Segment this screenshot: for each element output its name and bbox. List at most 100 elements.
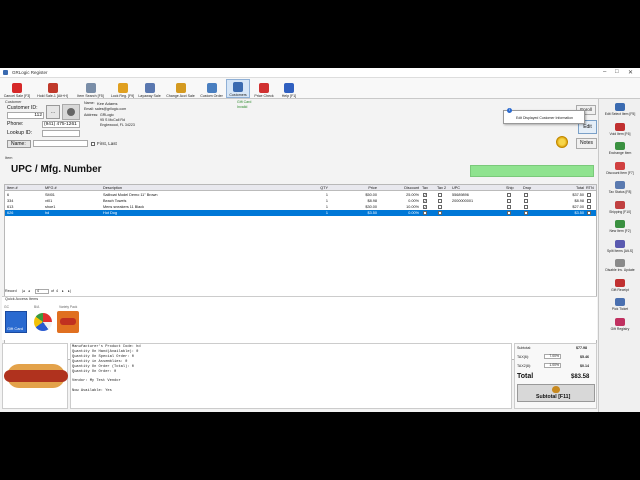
column-header[interactable]: Total — [546, 185, 584, 191]
column-header[interactable]: Tax — [422, 185, 434, 191]
record-position-field[interactable]: 4 — [35, 289, 49, 294]
detail-line: Vendor: My Test Vendor — [72, 379, 121, 384]
sidebar-action-5[interactable]: Shipping [F10] — [599, 200, 640, 214]
sidebar-action-10[interactable]: Pick Ticket — [599, 298, 640, 311]
tax1-rate-field[interactable]: 7.00% — [544, 354, 561, 359]
row-checkbox-rtn[interactable] — [587, 199, 591, 203]
row-checkbox-tax2[interactable] — [438, 205, 442, 209]
sidebar-action-6[interactable]: New Item [F2] — [599, 220, 640, 233]
column-header[interactable]: UPC — [452, 185, 502, 191]
sidebar-action-2[interactable]: Exchange Item — [599, 142, 640, 155]
address-line-2: 95 S McCall Rd — [100, 118, 125, 122]
row-checkbox-ship[interactable] — [507, 211, 511, 215]
row-checkbox-drop[interactable] — [524, 193, 528, 197]
row-checkbox-ship[interactable] — [507, 193, 511, 197]
row-checkbox-ship[interactable] — [507, 205, 511, 209]
row-checkbox-tax[interactable]: ✓ — [423, 205, 427, 209]
toolbar-button-6[interactable]: Custom Order — [199, 79, 224, 98]
record-position: 4 — [37, 289, 39, 293]
toolbar-button-2[interactable]: Item Search [F5] — [73, 79, 108, 98]
column-header[interactable]: Discount — [379, 185, 419, 191]
toolbar-button-3[interactable]: Lock Reg. [F9] — [110, 79, 135, 98]
column-header[interactable]: QTY — [290, 185, 328, 191]
row-checkbox-tax2[interactable] — [438, 193, 442, 197]
maximize-button[interactable]: □ — [615, 69, 619, 75]
sidebar-action-3[interactable]: Discount Item [F7] — [599, 161, 640, 175]
row-checkbox-tax2[interactable] — [438, 211, 442, 215]
column-header[interactable]: Tax 2 — [437, 185, 451, 191]
sidebar-action-icon — [615, 317, 625, 326]
row-checkbox-drop[interactable] — [524, 205, 528, 209]
sidebar-action-8[interactable]: Disable Inv. Update — [599, 259, 640, 272]
column-header[interactable]: RTN — [586, 185, 596, 191]
toolbar-button-9[interactable]: Help [F1] — [278, 79, 300, 98]
row-checkbox-drop[interactable] — [524, 199, 528, 203]
toolbar-button-7[interactable]: Customers — [226, 79, 250, 98]
customer-id-label: Customer ID: — [7, 105, 38, 111]
row-checkbox-drop[interactable] — [524, 211, 528, 215]
tax2-value: $0.14 — [580, 364, 589, 368]
next-record-button[interactable]: ▸ — [62, 289, 64, 293]
column-header[interactable]: Ship — [506, 185, 522, 191]
subtotal-button[interactable]: Subtotal [F11] — [517, 384, 595, 402]
name-field[interactable] — [33, 140, 88, 147]
customer-section-label: Customer — [5, 100, 22, 104]
row-checkbox-rtn[interactable] — [587, 211, 591, 215]
row-checkbox-tax[interactable]: ✓ — [423, 211, 427, 215]
total-value: $83.58 — [571, 374, 590, 380]
column-header[interactable]: Description — [103, 185, 223, 191]
toolbar-icon-2 — [85, 83, 96, 93]
sidebar-action-7[interactable]: Split Items [Alt-S] — [599, 239, 640, 253]
sidebar-action-0[interactable]: Edit Select Item [F5] — [599, 103, 640, 116]
sidebar-action-icon — [615, 122, 625, 131]
customer-id-field[interactable]: 112 — [7, 112, 44, 119]
phone-field[interactable]: (941) 475-1261 — [42, 121, 80, 128]
first-record-button[interactable]: |◂ — [22, 289, 25, 293]
detail-line: Quantity On Order: 0 — [72, 369, 117, 374]
upc-input[interactable] — [470, 165, 594, 177]
address-label: Address: — [84, 113, 99, 117]
row-checkbox-tax[interactable]: ✓ — [423, 193, 427, 197]
sidebar-action-9[interactable]: Gift Receipt — [599, 278, 640, 292]
row-checkbox-tax[interactable]: ✓ — [423, 199, 427, 203]
toolbar-button-5[interactable]: Change Acct Sale — [164, 79, 197, 98]
customer-browse-button[interactable]: … — [46, 105, 60, 119]
row-cell-total: $3.50 — [574, 211, 584, 215]
gift-card-tile[interactable]: Gift Card — [5, 311, 27, 333]
minimize-button[interactable]: – — [603, 69, 606, 75]
toolbar-button-8[interactable]: Price Check — [252, 79, 276, 98]
close-button[interactable]: ✕ — [628, 69, 633, 76]
column-header[interactable]: MFG # — [45, 185, 100, 191]
quick-access-tab[interactable]: Variety Pack — [59, 305, 77, 309]
column-header[interactable]: Drop — [523, 185, 541, 191]
beach-ball-tile[interactable] — [32, 311, 54, 333]
sidebar-action-1[interactable]: Void Item [F6] — [599, 122, 640, 136]
toolbar-button-0[interactable]: Cancel Sale [F3] — [2, 79, 32, 98]
sidebar-action-4[interactable]: Tax Status [F8] — [599, 181, 640, 194]
table-row[interactable]: 626 hd Hot Dog 1 $3.50 0.00% ✓ $3.50 — [5, 210, 596, 216]
lookup-id-field[interactable] — [42, 130, 80, 137]
customer-id-value: 112 — [34, 113, 42, 118]
prev-record-button[interactable]: ◂ — [28, 289, 30, 293]
first-last-checkbox[interactable] — [91, 142, 95, 146]
column-header[interactable]: Item # — [7, 185, 47, 191]
notes-button[interactable]: Notes — [576, 138, 597, 149]
last-record-button[interactable]: ▸| — [68, 289, 71, 293]
row-checkbox-rtn[interactable] — [587, 205, 591, 209]
sidebar-action-label: Tax Status [F8] — [608, 190, 632, 194]
quick-access-tab[interactable]: B/A — [34, 305, 39, 309]
row-checkbox-rtn[interactable] — [587, 193, 591, 197]
tax2-rate-field[interactable]: 1.00% — [544, 363, 561, 368]
toolbar-button-4[interactable]: Layaway Sale — [137, 79, 162, 98]
toolbar-icon-1 — [47, 83, 58, 93]
toolbar-icon-5 — [175, 83, 186, 93]
column-header[interactable]: Price — [331, 185, 377, 191]
row-checkbox-ship[interactable] — [507, 199, 511, 203]
sidebar-action-11[interactable]: Gift Registry — [599, 317, 640, 331]
toolbar-button-1[interactable]: Hold Sale-1 [Alt+H] — [34, 79, 71, 98]
quick-access-tab[interactable]: GC — [4, 305, 9, 309]
name-search-button[interactable]: Name: — [7, 140, 31, 148]
food-tile[interactable] — [57, 311, 79, 333]
row-cell-item: 626 — [7, 211, 14, 215]
row-checkbox-tax2[interactable] — [438, 199, 442, 203]
